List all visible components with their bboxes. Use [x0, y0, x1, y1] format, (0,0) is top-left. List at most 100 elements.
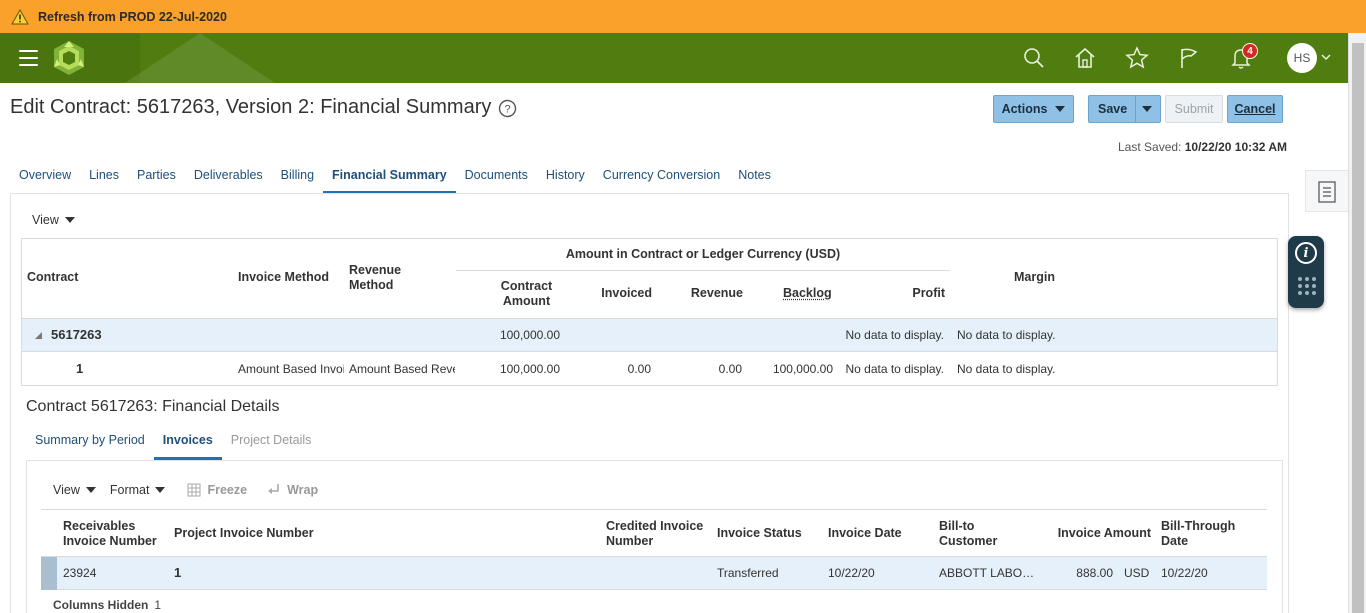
cell-invoice-amount: 888.00 — [1041, 566, 1113, 580]
tab-deliverables[interactable]: Deliverables — [185, 160, 272, 194]
tab-notes[interactable]: Notes — [729, 160, 780, 194]
save-button[interactable]: Save — [1088, 95, 1161, 123]
user-avatar[interactable]: HS — [1287, 43, 1317, 73]
view-menu-label: View — [53, 483, 80, 497]
info-icon[interactable]: i — [1295, 242, 1317, 264]
table-row[interactable]: 1 Amount Based Invoice Amount Based Reve… — [22, 353, 1277, 386]
col-header-revenue-method[interactable]: Revenue Method — [349, 263, 429, 293]
col-header-profit[interactable]: Profit — [862, 286, 945, 301]
view-menu[interactable]: View — [53, 483, 96, 497]
caret-down-icon — [65, 217, 75, 223]
search-icon[interactable] — [1022, 46, 1046, 70]
actions-button[interactable]: Actions — [993, 95, 1074, 123]
cell-invoice-date: 10/22/20 — [828, 566, 875, 580]
submit-button[interactable]: Submit — [1165, 95, 1223, 123]
save-menu-caret-icon[interactable] — [1142, 106, 1152, 112]
col-header-invoiced[interactable]: Invoiced — [567, 286, 652, 301]
favorites-star-icon[interactable] — [1125, 46, 1149, 70]
col-header-invoice-amount[interactable]: Invoice Amount — [1041, 526, 1151, 541]
row-selector[interactable] — [41, 557, 57, 590]
cell-margin: No data to display. — [957, 362, 1077, 376]
page-scrollbar-thumb[interactable] — [1352, 43, 1364, 613]
flag-icon[interactable] — [1177, 46, 1201, 70]
notification-count-badge[interactable]: 4 — [1242, 43, 1258, 59]
group-header-divider — [456, 270, 950, 271]
cell-backlog: 100,000.00 — [749, 362, 833, 376]
col-header-bill-to-customer[interactable]: Bill-to Customer — [939, 519, 1009, 549]
col-header-receivables-invoice-number[interactable]: Receivables Invoice Number — [63, 519, 168, 549]
collapse-triangle-icon[interactable] — [35, 332, 42, 339]
drag-grid-icon[interactable] — [1297, 276, 1317, 296]
freeze-button[interactable]: Freeze — [187, 483, 247, 497]
col-header-revenue[interactable]: Revenue — [658, 286, 743, 301]
tab-lines[interactable]: Lines — [80, 160, 128, 194]
cell-contract: 5617263 — [51, 327, 102, 342]
caret-down-icon — [1055, 106, 1065, 112]
tab-currency-conversion[interactable]: Currency Conversion — [594, 160, 729, 194]
menu-hamburger-icon[interactable] — [19, 50, 38, 66]
cell-invoiced: 0.00 — [567, 362, 651, 376]
app-logo-icon[interactable] — [50, 39, 88, 77]
cell-contract-line: 1 — [76, 361, 83, 376]
col-header-contract[interactable]: Contract — [27, 270, 78, 285]
last-saved-value: 10/22/20 10:32 AM — [1185, 140, 1287, 154]
document-list-icon — [1318, 181, 1336, 203]
global-header: 4 HS — [0, 33, 1348, 83]
format-menu[interactable]: Format — [110, 483, 166, 497]
cell-contract-amount: 100,000.00 — [462, 362, 560, 376]
cell-revenue-method: Amount Based Revenue — [349, 362, 455, 376]
caret-down-icon — [86, 487, 96, 493]
chevron-down-icon[interactable] — [1320, 52, 1332, 62]
tab-parties[interactable]: Parties — [128, 160, 185, 194]
col-header-margin[interactable]: Margin — [957, 270, 1112, 285]
cell-contract-amount: 100,000.00 — [462, 328, 560, 342]
home-icon[interactable] — [1073, 46, 1097, 70]
contract-tabs: Overview Lines Parties Deliverables Bill… — [10, 160, 780, 194]
tab-billing[interactable]: Billing — [272, 160, 323, 194]
banner-text: Refresh from PROD 22-Jul-2020 — [38, 10, 227, 24]
view-menu-label: View — [32, 213, 59, 227]
col-header-project-invoice-number[interactable]: Project Invoice Number — [174, 526, 314, 541]
svg-text:?: ? — [504, 104, 510, 116]
col-header-credited-invoice-number[interactable]: Credited Invoice Number — [606, 519, 711, 549]
tab-financial-summary[interactable]: Financial Summary — [323, 160, 456, 194]
col-header-backlog[interactable]: Backlog — [783, 286, 832, 301]
side-panel-toggle[interactable] — [1305, 170, 1348, 212]
financial-summary-table: Contract Invoice Method Revenue Method A… — [21, 238, 1278, 386]
caret-down-icon — [155, 487, 165, 493]
wrap-label: Wrap — [287, 483, 318, 497]
environment-warning-banner: Refresh from PROD 22-Jul-2020 — [0, 0, 1366, 33]
subtab-project-details[interactable]: Project Details — [222, 425, 321, 460]
cell-invoice-method: Amount Based Invoice — [238, 362, 344, 376]
page-scrollbar[interactable] — [1348, 33, 1366, 613]
tab-documents[interactable]: Documents — [456, 160, 537, 194]
help-icon[interactable]: ? — [498, 99, 517, 118]
columns-hidden-label: Columns Hidden — [53, 598, 148, 612]
table-row[interactable]: 23924 1 Transferred 10/22/20 ABBOTT LABO… — [41, 557, 1267, 590]
subtab-invoices[interactable]: Invoices — [154, 425, 222, 460]
format-menu-label: Format — [110, 483, 150, 497]
subtab-summary-by-period[interactable]: Summary by Period — [26, 425, 154, 460]
cell-bill-to-customer: ABBOTT LABO… — [939, 566, 1037, 580]
tab-history[interactable]: History — [537, 160, 594, 194]
col-header-invoice-date[interactable]: Invoice Date — [828, 526, 902, 541]
info-widget[interactable]: i — [1288, 236, 1324, 308]
cancel-button[interactable]: Cancel — [1227, 95, 1283, 123]
table-row[interactable]: 5617263 100,000.00 No data to display. N… — [22, 319, 1277, 352]
page-title: Edit Contract: 5617263, Version 2: Finan… — [10, 96, 491, 119]
col-header-invoice-status[interactable]: Invoice Status — [717, 526, 802, 541]
cell-currency: USD — [1124, 566, 1149, 580]
col-header-contract-amount[interactable]: Contract Amount — [492, 279, 561, 309]
cell-invoice-status: Transferred — [717, 566, 779, 580]
invoices-table: Receivables Invoice Number Project Invoi… — [41, 509, 1267, 590]
summary-view-menu[interactable]: View — [32, 213, 75, 227]
invoices-toolbar: View Format Freeze Wrap — [53, 483, 332, 497]
cell-project-invoice-number: 1 — [174, 565, 181, 580]
col-header-invoice-method[interactable]: Invoice Method — [238, 270, 329, 285]
freeze-label: Freeze — [207, 483, 247, 497]
tab-overview[interactable]: Overview — [10, 160, 80, 194]
financial-details-title: Contract 5617263: Financial Details — [26, 398, 279, 416]
col-header-bill-through-date[interactable]: Bill-Through Date — [1161, 519, 1251, 549]
warning-icon — [11, 9, 29, 25]
wrap-button[interactable]: Wrap — [267, 483, 318, 497]
